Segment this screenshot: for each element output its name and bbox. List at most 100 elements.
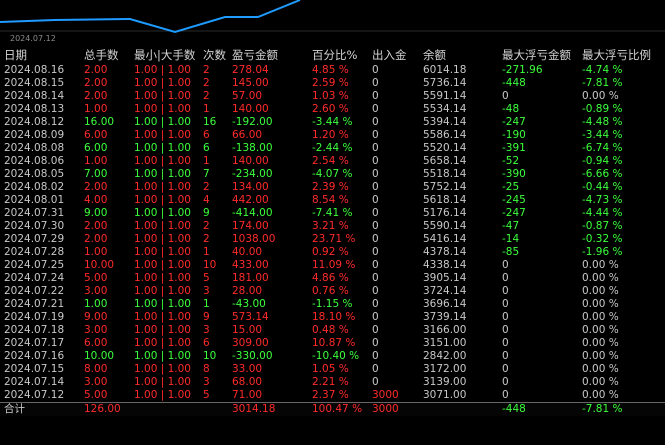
table-row[interactable]: 2024.08.02 2.00 1.00 | 1.00 2 134.00 2.39 % 0 5… [0, 181, 665, 194]
col-pnl[interactable]: 盈亏金额 [228, 46, 308, 64]
table-row[interactable]: 2024.08.13 1.00 1.00 | 1.00 1 140.00 2.60 % 0 5… [0, 103, 665, 116]
table-row[interactable]: 2024.08.16 2.00 1.00 | 1.00 2 278.04 4.85 % 0 6… [0, 64, 665, 77]
table-row[interactable]: 2024.08.06 1.00 1.00 | 1.00 1 140.00 2.54 % 0 5… [0, 155, 665, 168]
table-row[interactable]: 2024.07.21 1.00 1.00 | 1.00 1 -43.00 -1.15 % 0… [0, 298, 665, 311]
row-date: 2024.08.12 [4, 116, 65, 128]
col-balance[interactable]: 余额 [419, 46, 498, 64]
row-pnl: -414.00 [232, 207, 273, 219]
col-max-float-loss[interactable]: 最大浮亏金额 [498, 46, 578, 64]
table-row[interactable]: 2024.07.18 3.00 1.00 | 1.00 3 15.00 0.48 % 0 31… [0, 324, 665, 337]
table-row[interactable]: 2024.07.17 6.00 1.00 | 1.00 6 309.00 10.87 % 0… [0, 337, 665, 350]
row-count: 10 [203, 259, 217, 271]
row-balance: 5618.14 [423, 194, 467, 206]
col-total-lots[interactable]: 总手数 [80, 46, 130, 64]
row-max-float-ratio: 0.00 % [582, 324, 619, 336]
row-count: 6 [203, 142, 210, 154]
row-deposit: 0 [372, 103, 379, 115]
table-row[interactable]: 2024.07.31 9.00 1.00 | 1.00 9 -414.00 -7.41 %… [0, 207, 665, 220]
row-pnl: 278.04 [232, 64, 269, 76]
row-max-float-ratio: -6.66 % [582, 168, 623, 180]
table-row[interactable]: 2024.08.12 16.00 1.00 | 1.00 16 -192.00 -3.44… [0, 116, 665, 129]
table-row[interactable]: 2024.08.14 2.00 1.00 | 1.00 2 57.00 1.03 % 0 55… [0, 90, 665, 103]
row-deposit: 0 [372, 129, 379, 141]
row-max-float-ratio: -4.48 % [582, 116, 623, 128]
row-percent: 2.37 % [312, 389, 349, 401]
row-balance: 3905.14 [423, 272, 467, 284]
row-date: 2024.07.25 [4, 259, 65, 271]
table-row[interactable]: 2024.07.15 8.00 1.00 | 1.00 8 33.00 1.05 % 0 31… [0, 363, 665, 376]
table-row[interactable]: 2024.07.30 2.00 1.00 | 1.00 2 174.00 3.21 % 0 5… [0, 220, 665, 233]
row-max-float-ratio: 0.00 % [582, 350, 619, 362]
table-row[interactable]: 2024.08.01 4.00 1.00 | 1.00 4 442.00 8.54 % 0 5… [0, 194, 665, 207]
total-minmax [130, 402, 199, 416]
table-row[interactable]: 2024.07.22 3.00 1.00 | 1.00 3 28.00 0.76 % 0 37… [0, 285, 665, 298]
col-max-float-ratio[interactable]: 最大浮亏比例 [578, 46, 665, 64]
row-percent: 2.59 % [312, 77, 349, 89]
table-row[interactable]: 2024.07.24 5.00 1.00 | 1.00 5 181.00 4.86 % 0 3… [0, 272, 665, 285]
row-min-max-lots: 1.00 | 1.00 [134, 116, 191, 128]
col-percent[interactable]: 百分比% [308, 46, 368, 64]
row-percent: -10.40 % [312, 350, 360, 362]
row-count: 8 [203, 363, 210, 375]
row-min-max-lots: 1.00 | 1.00 [134, 129, 191, 141]
row-pnl: 433.00 [232, 259, 269, 271]
row-max-float-loss: 0 [502, 311, 509, 323]
table-row[interactable]: 2024.07.19 9.00 1.00 | 1.00 9 573.14 18.10 % 0… [0, 311, 665, 324]
table-row[interactable]: 2024.07.16 10.00 1.00 | 1.00 10 -330.00 -10.4… [0, 350, 665, 363]
row-max-float-loss: -390 [502, 168, 526, 180]
table-row[interactable]: 2024.07.28 1.00 1.00 | 1.00 1 40.00 0.92 % 0 43… [0, 246, 665, 259]
row-balance: 5591.14 [423, 90, 467, 102]
col-date[interactable]: 日期 [0, 46, 80, 64]
row-max-float-ratio: -1.96 % [582, 246, 623, 258]
row-date: 2024.07.15 [4, 363, 65, 375]
table-row[interactable]: 2024.07.12 5.00 1.00 | 1.00 5 71.00 2.37 % 300… [0, 389, 665, 403]
row-balance: 5534.14 [423, 103, 467, 115]
row-max-float-loss: -47 [502, 220, 520, 232]
row-max-float-loss: -48 [502, 103, 520, 115]
row-max-float-ratio: -4.44 % [582, 207, 623, 219]
row-max-float-ratio: 0.00 % [582, 376, 619, 388]
row-max-float-loss: 0 [502, 363, 509, 375]
table-row[interactable]: 2024.08.08 6.00 1.00 | 1.00 6 -138.00 -2.44 %… [0, 142, 665, 155]
row-percent: 0.92 % [312, 246, 349, 258]
table-row[interactable]: 2024.08.05 7.00 1.00 | 1.00 7 -234.00 -4.07 %… [0, 168, 665, 181]
row-total-lots: 3.00 [84, 376, 108, 388]
row-balance: 3739.14 [423, 311, 467, 323]
row-balance: 5590.14 [423, 220, 467, 232]
row-percent: 23.71 % [312, 233, 356, 245]
row-balance: 5176.14 [423, 207, 467, 219]
total-balance [419, 402, 498, 416]
table-row[interactable]: 2024.08.15 2.00 1.00 | 1.00 2 145.00 2.59 % 0 5… [0, 77, 665, 90]
row-max-float-loss: -271.96 [502, 64, 543, 76]
row-min-max-lots: 1.00 | 1.00 [134, 155, 191, 167]
row-count: 1 [203, 298, 210, 310]
row-max-float-loss: -245 [502, 194, 526, 206]
table-row[interactable]: 2024.07.29 2.00 1.00 | 1.00 2 1038.00 23.71 %… [0, 233, 665, 246]
col-count[interactable]: 次数 [199, 46, 228, 64]
row-balance: 5520.14 [423, 142, 467, 154]
row-deposit: 0 [372, 350, 379, 362]
row-balance: 3724.14 [423, 285, 467, 297]
col-deposit[interactable]: 出入金 [368, 46, 419, 64]
row-total-lots: 2.00 [84, 77, 108, 89]
row-max-float-ratio: -0.44 % [582, 181, 623, 193]
table-row[interactable]: 2024.07.25 10.00 1.00 | 1.00 10 433.00 11.09 … [0, 259, 665, 272]
row-count: 2 [203, 233, 210, 245]
total-lots: 126.00 [80, 402, 130, 416]
row-date: 2024.07.28 [4, 246, 65, 258]
row-date: 2024.07.19 [4, 311, 65, 323]
row-balance: 2842.00 [423, 350, 467, 362]
row-min-max-lots: 1.00 | 1.00 [134, 324, 191, 336]
row-total-lots: 1.00 [84, 103, 108, 115]
table-row[interactable]: 2024.08.09 6.00 1.00 | 1.00 6 66.00 1.20 % 0 55… [0, 129, 665, 142]
row-total-lots: 9.00 [84, 311, 108, 323]
row-deposit: 0 [372, 285, 379, 297]
row-deposit: 0 [372, 90, 379, 102]
table-row[interactable]: 2024.07.14 3.00 1.00 | 1.00 3 68.00 2.21 % 0 31… [0, 376, 665, 389]
col-min-max-lots[interactable]: 最小|大手数 [130, 46, 199, 64]
row-deposit: 0 [372, 168, 379, 180]
row-percent: -7.41 % [312, 207, 353, 219]
row-max-float-loss: 0 [502, 272, 509, 284]
row-pnl: 66.00 [232, 129, 263, 141]
row-max-float-ratio: 0.00 % [582, 259, 619, 271]
